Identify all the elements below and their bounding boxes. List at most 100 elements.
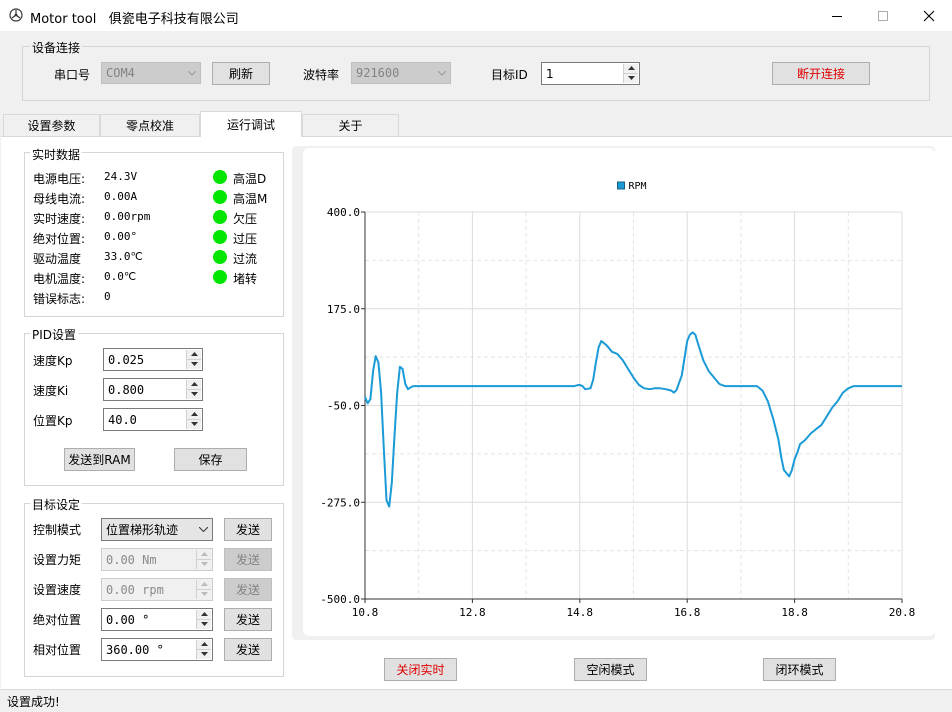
send-to-ram-button[interactable]: 发送到RAM [64,448,135,471]
connection-group-title: 设备连接 [30,39,83,56]
tab-run-debug[interactable]: 运行调试 [200,111,302,137]
close-button[interactable] [906,0,952,31]
realtime-label: 驱动温度 [33,252,82,266]
target-send-button[interactable]: 发送 [224,608,272,631]
pid-spinbox[interactable]: 0.800 [103,378,203,401]
refresh-button[interactable]: 刷新 [212,62,270,85]
tab-about[interactable]: 关于 [302,114,399,136]
realtime-value: 0.00A [104,190,138,203]
spin-down-icon [197,589,211,599]
mode-send-button[interactable]: 发送 [224,518,272,541]
spin-down-icon[interactable] [197,649,211,659]
title-bar: Motor tool 俱瓷电子科技有限公司 [0,0,952,31]
target-label: 设置速度 [33,583,82,597]
legend-label: RPM [629,181,647,192]
minimize-icon [832,15,842,17]
pid-value: 0.025 [108,352,145,367]
idle-mode-button[interactable]: 空闲模式 [574,658,647,681]
tab-settings[interactable]: 设置参数 [3,114,100,136]
realtime-label: 实时速度: [33,212,86,226]
control-mode-select[interactable]: 位置梯形轨迹 [101,518,213,541]
status-bar: 设置成功! [0,689,952,712]
target-send-button[interactable]: 发送 [224,638,272,661]
baud-label: 波特率 [303,68,340,82]
pid-spinbox[interactable]: 0.025 [103,348,203,371]
chevron-down-icon [183,63,200,83]
spin-up-icon[interactable] [187,410,201,420]
y-tick-label: 400.0 [327,206,360,219]
spin-up-icon[interactable] [624,64,638,74]
status-led-icon [213,170,227,184]
status-led-icon [213,190,227,204]
tab-zero-calibration[interactable]: 零点校准 [100,114,200,136]
indicator-label: 高温M [233,192,268,206]
target-value: 0.00 rpm [106,582,164,597]
target-spinbox: 0.00 rpm [101,578,213,601]
close-icon [923,10,935,21]
status-led-icon [213,270,227,284]
spin-up-icon[interactable] [187,380,201,390]
spin-up-icon [197,580,211,590]
spin-down-icon[interactable] [197,619,211,629]
target-spinbox[interactable]: 360.00 ° [101,638,213,661]
port-label: 串口号 [54,68,91,82]
maximize-button[interactable] [860,0,906,31]
rpm-chart: 10.8 12.8 14.8 16.8 18.8 20.8 400.0 175.0 -50.0 -… [320,181,916,619]
y-tick-label: -500.0 [320,593,360,606]
save-button[interactable]: 保存 [174,448,247,471]
target-label: 设置力矩 [33,553,82,567]
x-tick-label: 18.8 [781,606,808,619]
disconnect-button[interactable]: 断开连接 [772,62,870,85]
target-send-button: 发送 [224,548,272,571]
spin-down-icon[interactable] [187,389,201,399]
target-id-spinbox[interactable]: 1 [541,62,640,85]
spin-up-icon[interactable] [197,610,211,620]
baud-select[interactable]: 921600 [351,62,451,84]
pid-value: 40.0 [108,412,137,427]
target-value: 0.00 Nm [106,552,157,567]
chevron-down-icon [433,63,450,83]
spin-down-icon[interactable] [187,359,201,369]
realtime-off-button[interactable]: 关闭实时 [384,658,457,681]
target-label: 绝对位置 [33,613,82,627]
chevron-down-icon [195,519,212,540]
port-select[interactable]: COM4 [101,62,201,84]
indicator-label: 欠压 [233,212,258,226]
maximize-icon [878,10,888,21]
target-value: 360.00 ° [106,642,164,657]
x-tick-label: 20.8 [889,606,916,619]
spin-down-icon[interactable] [624,73,638,83]
pid-value: 0.800 [108,382,145,397]
realtime-value: 0.00° [104,230,138,243]
minimize-button[interactable] [814,0,860,31]
pid-spinbox[interactable]: 40.0 [103,408,203,431]
pid-group-title: PID设置 [30,326,79,343]
target-spinbox[interactable]: 0.00 ° [101,608,213,631]
realtime-group-title: 实时数据 [30,146,83,163]
pid-label: 位置Kp [33,414,73,428]
realtime-value: 0 [104,290,111,303]
status-led-icon [213,230,227,244]
realtime-label: 错误标志: [33,292,86,306]
target-label: 相对位置 [33,643,82,657]
target-value: 0.00 ° [106,612,150,627]
legend-swatch [617,181,625,190]
spin-up-icon[interactable] [197,640,211,650]
target-id-value: 1 [546,66,554,81]
indicator-label: 堵转 [233,272,258,286]
y-tick-label: -275.0 [320,496,360,509]
x-tick-label: 14.8 [567,606,594,619]
x-tick-label: 16.8 [674,606,701,619]
spin-up-icon[interactable] [187,350,201,360]
realtime-label: 母线电流: [33,192,86,206]
control-mode-value: 位置梯形轨迹 [106,523,179,537]
status-text: 设置成功! [7,695,60,709]
spin-down-icon[interactable] [187,419,201,429]
realtime-label: 电机温度: [33,272,86,286]
control-mode-label: 控制模式 [33,523,82,537]
baud-value: 921600 [356,66,400,80]
closed-loop-mode-button[interactable]: 闭环模式 [763,658,836,681]
pid-label: 速度Kp [33,354,73,368]
status-led-icon [213,250,227,264]
realtime-label: 绝对位置: [33,232,86,246]
